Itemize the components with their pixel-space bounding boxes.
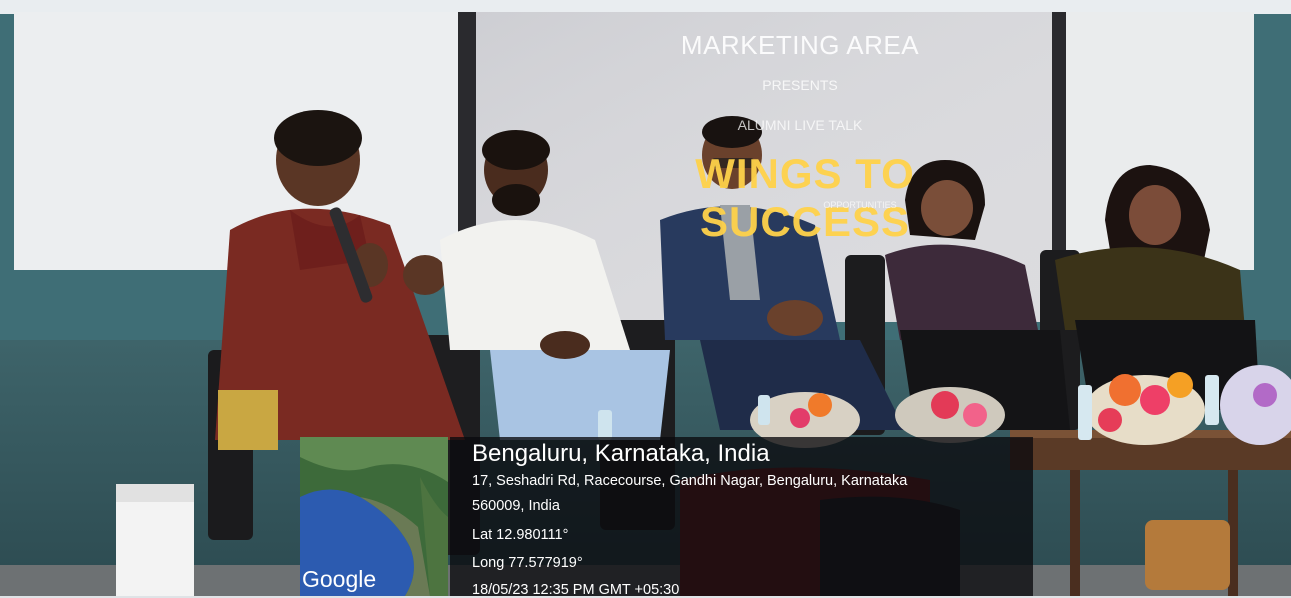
google-logo: Google (302, 566, 377, 592)
screen-headline: WINGS TO SUCCESS (695, 150, 915, 245)
location-city: Bengaluru, Karnataka, India (472, 440, 770, 467)
longitude: Long 77.577919° (472, 555, 583, 571)
screen-tagline: OPPORTUNITIES (823, 200, 897, 210)
location-info: Bengaluru, Karnataka, India 17, Seshadri… (450, 437, 1033, 598)
screen-subtitle: PRESENTS (762, 77, 838, 93)
screen-title: MARKETING AREA (680, 30, 920, 60)
geotag-overlay: Google Bengaluru, Karnataka, India 17, S… (300, 437, 1033, 598)
map-thumbnail: Google (300, 437, 448, 596)
address-line-2: 560009, India (472, 498, 560, 514)
screen-subtitle-2: ALUMNI LIVE TALK (737, 117, 863, 133)
latitude: Lat 12.980111° (472, 527, 569, 543)
address-line-1: 17, Seshadri Rd, Racecourse, Gandhi Naga… (472, 473, 908, 489)
